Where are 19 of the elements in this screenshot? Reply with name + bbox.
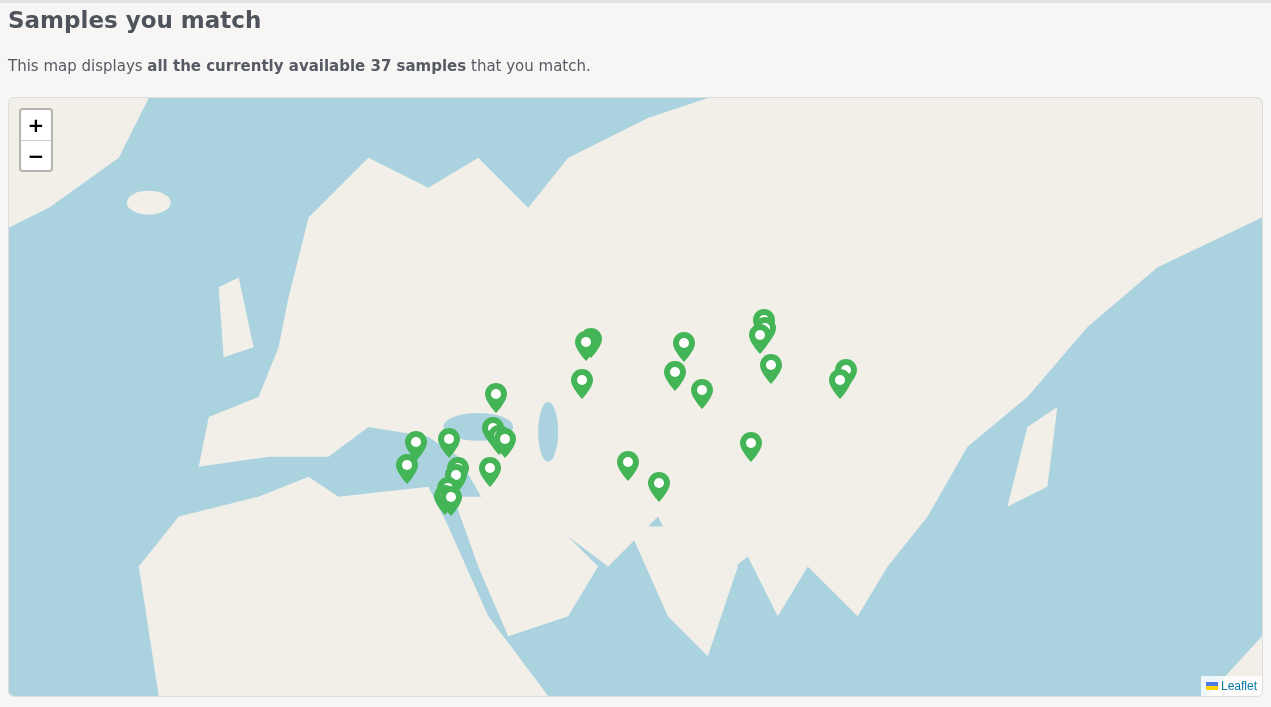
map-markers-drawing[interactable] [575, 328, 602, 362]
map-markers-drawing[interactable] [749, 309, 782, 385]
map-marker-icon[interactable] [740, 432, 762, 463]
map-marker-icon[interactable] [485, 383, 507, 414]
map-marker-icon[interactable] [617, 451, 639, 482]
leaflet-link[interactable]: Leaflet [1220, 677, 1257, 696]
zoom-in-button[interactable]: + [21, 110, 51, 141]
intro-text: This map displays all the currently available 37 samples that you match. [8, 55, 592, 77]
map-markers-drawing[interactable] [829, 359, 857, 400]
map-markers-drawing[interactable] [479, 417, 516, 488]
map-markers-drawing[interactable] [664, 332, 695, 392]
flag-icon [1205, 682, 1218, 691]
map-marker-icon[interactable] [648, 472, 670, 503]
map-markers-drawing[interactable] [434, 428, 469, 517]
page-heading: Samples you match [8, 7, 263, 35]
zoom-out-button[interactable]: − [21, 140, 51, 171]
map-markers-drawing[interactable] [396, 431, 427, 485]
map-marker-icon[interactable] [571, 369, 593, 400]
map-marker-icon[interactable] [691, 379, 713, 410]
